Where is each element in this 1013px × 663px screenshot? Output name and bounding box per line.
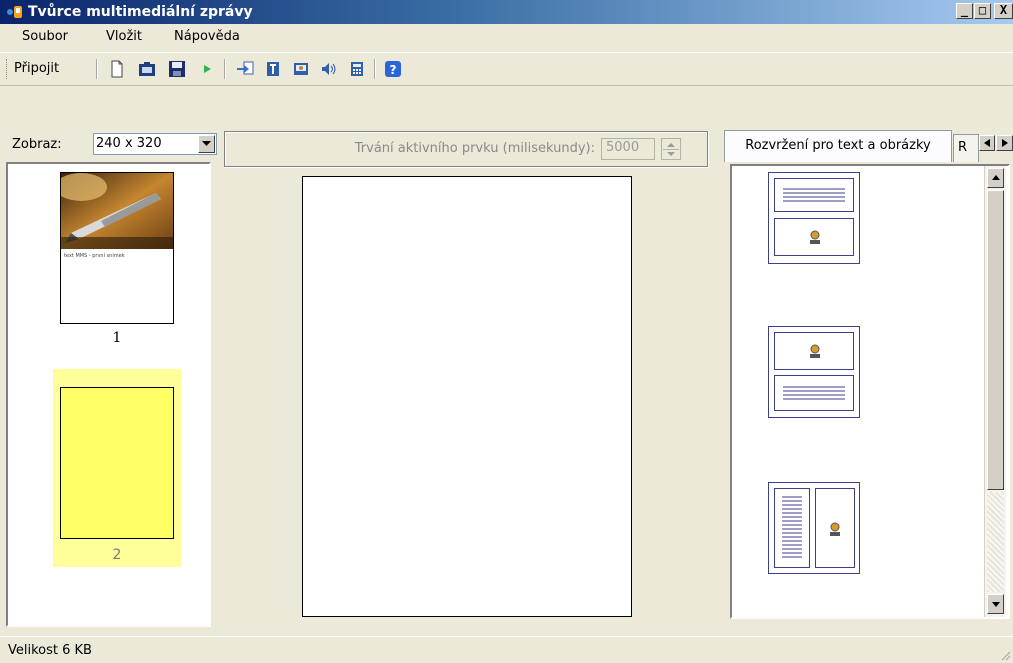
layouts-panel[interactable] bbox=[730, 164, 1010, 619]
slide-1-number: 1 bbox=[112, 330, 122, 346]
person-image-icon bbox=[810, 344, 820, 358]
tab-next-partial[interactable]: R bbox=[953, 134, 979, 162]
person-image-icon bbox=[810, 230, 820, 244]
menu-soubor[interactable]: Soubor bbox=[22, 29, 68, 45]
layout-text-left-image-right[interactable] bbox=[768, 482, 860, 574]
connect-button[interactable]: Připojit bbox=[14, 61, 59, 77]
scroll-track[interactable] bbox=[987, 492, 1004, 592]
slide-thumbnail-2[interactable] bbox=[60, 387, 174, 539]
toolbar-separator bbox=[374, 59, 376, 79]
layout-image-block bbox=[774, 332, 854, 370]
new-icon[interactable] bbox=[108, 60, 126, 78]
duration-input[interactable]: 5000 bbox=[601, 138, 655, 160]
duration-spinner[interactable] bbox=[661, 138, 681, 160]
slide-1-caption: text MMS - první snímek bbox=[64, 253, 125, 259]
status-size-text: Velikost 6 KB bbox=[8, 643, 92, 658]
help-icon[interactable]: ? bbox=[384, 60, 402, 78]
arrow-up-icon bbox=[992, 175, 1000, 180]
open-icon[interactable] bbox=[138, 60, 156, 78]
arrow-right-icon bbox=[1002, 139, 1008, 147]
window-title: Tvůrce multimediální zprávy bbox=[28, 4, 253, 20]
chevron-down-icon bbox=[202, 141, 211, 146]
layout-text-block bbox=[774, 488, 810, 568]
menu-napoveda[interactable]: Nápověda bbox=[174, 29, 240, 45]
layout-text-block bbox=[774, 178, 854, 212]
pen-photo-image bbox=[61, 173, 173, 249]
save-icon[interactable] bbox=[168, 60, 186, 78]
layout-image-block bbox=[774, 218, 854, 256]
slides-panel[interactable]: text MMS - první snímek 1 2 bbox=[6, 162, 211, 627]
calculator-icon[interactable] bbox=[348, 60, 366, 78]
layouts-scrollbar[interactable] bbox=[984, 166, 1006, 617]
spin-up-icon[interactable] bbox=[667, 143, 675, 147]
layout-image-top-text-bottom[interactable] bbox=[768, 326, 860, 418]
insert-text-icon[interactable] bbox=[264, 60, 282, 78]
toolbar-grip[interactable] bbox=[6, 59, 9, 79]
menu-bar: Soubor Vložit Nápověda bbox=[0, 24, 1013, 50]
play-icon[interactable] bbox=[198, 60, 216, 78]
app-icon bbox=[7, 6, 22, 18]
toolbar: Připojit ? bbox=[0, 52, 1013, 86]
text-lines-icon bbox=[783, 188, 845, 202]
slide-canvas[interactable] bbox=[302, 176, 632, 617]
view-label: Zobraz: bbox=[12, 137, 62, 152]
slide-2-number: 2 bbox=[112, 547, 122, 563]
tab-scroll-right-button[interactable] bbox=[996, 135, 1013, 151]
view-size-select[interactable]: 240 x 320 bbox=[93, 133, 217, 155]
insert-sound-icon[interactable] bbox=[320, 60, 338, 78]
tab-text-and-images[interactable]: Rozvržení pro text a obrázky bbox=[724, 130, 952, 162]
minimize-button[interactable]: _ bbox=[956, 3, 973, 19]
title-bar[interactable]: Tvůrce multimediální zprávy _ □ X bbox=[0, 0, 1013, 24]
menu-vlozit[interactable]: Vložit bbox=[106, 29, 142, 45]
duration-box: Trvání aktivního prvku (milisekundy): 50… bbox=[224, 131, 708, 167]
import-icon[interactable] bbox=[236, 60, 254, 78]
spinner-divider bbox=[663, 149, 679, 150]
layout-image-block bbox=[815, 488, 855, 568]
toolbar-separator bbox=[96, 59, 98, 79]
layout-text-top-image-bottom[interactable] bbox=[768, 172, 860, 264]
slide-thumbnail-1[interactable]: text MMS - první snímek bbox=[60, 172, 174, 324]
resize-grip-icon[interactable] bbox=[999, 649, 1011, 661]
scroll-up-button[interactable] bbox=[987, 168, 1004, 188]
layout-text-block bbox=[774, 375, 854, 411]
arrow-down-icon bbox=[992, 602, 1000, 607]
view-size-value: 240 x 320 bbox=[96, 136, 162, 151]
scroll-down-button[interactable] bbox=[987, 594, 1004, 614]
dropdown-button[interactable] bbox=[198, 135, 215, 153]
scroll-thumb[interactable] bbox=[987, 190, 1004, 490]
spin-down-icon[interactable] bbox=[667, 152, 675, 156]
person-image-icon bbox=[830, 522, 840, 536]
toolbar-separator bbox=[224, 59, 226, 79]
tab-scroll-left-button[interactable] bbox=[979, 135, 995, 151]
status-bar: Velikost 6 KB bbox=[0, 636, 1013, 663]
duration-label: Trvání aktivního prvku (milisekundy): bbox=[354, 141, 595, 156]
close-button[interactable]: X bbox=[994, 3, 1013, 19]
svg-text:?: ? bbox=[390, 63, 397, 77]
insert-image-icon[interactable] bbox=[292, 60, 310, 78]
text-lines-icon bbox=[782, 496, 802, 558]
arrow-left-icon bbox=[984, 139, 990, 147]
text-lines-icon bbox=[783, 386, 845, 400]
maximize-button[interactable]: □ bbox=[974, 3, 991, 19]
